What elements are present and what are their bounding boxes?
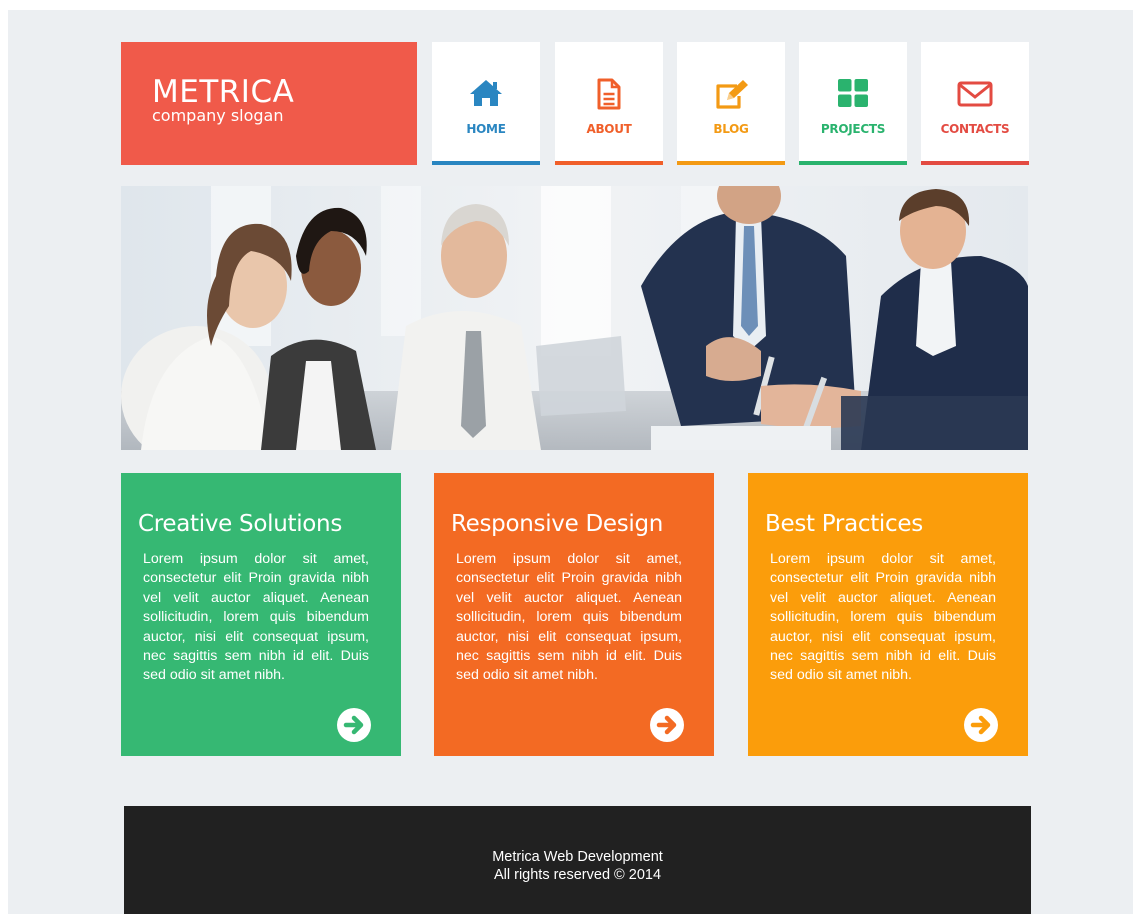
feature-text: Lorem ipsum dolor sit amet, consectetur … <box>456 551 682 684</box>
feature-box-best-practices: Best Practices Lorem ipsum dolor sit ame… <box>748 473 1028 756</box>
logo-block[interactable]: METRICA company slogan <box>121 42 417 165</box>
nav-contacts[interactable]: CONTACTS <box>921 42 1029 165</box>
nav-blog[interactable]: BLOG <box>677 42 785 165</box>
document-icon <box>555 78 663 110</box>
envelope-icon <box>921 78 1029 110</box>
nav-about-label: ABOUT <box>586 122 632 136</box>
feature-title: Responsive Design <box>451 511 664 537</box>
footer-copyright: All rights reserved © 2014 <box>493 867 662 883</box>
brand-name: METRICA <box>152 74 295 110</box>
hero-image <box>121 186 1028 450</box>
nav-home-label: HOME <box>466 122 506 136</box>
footer: Metrica Web Development All rights reser… <box>124 806 1031 914</box>
feature-box-creative: Creative Solutions Lorem ipsum dolor sit… <box>121 473 401 756</box>
nav-blog-label: BLOG <box>713 122 749 136</box>
nav-projects-underline <box>799 161 907 165</box>
grid-icon <box>799 78 907 110</box>
feature-box-responsive: Responsive Design Lorem ipsum dolor sit … <box>434 473 714 756</box>
nav-about[interactable]: ABOUT <box>555 42 663 165</box>
nav-about-underline <box>555 161 663 165</box>
nav-home[interactable]: HOME <box>432 42 540 165</box>
nav-contacts-label: CONTACTS <box>940 122 1010 136</box>
home-icon <box>432 78 540 110</box>
page-background: METRICA company slogan HOME ABOUT BLOG P… <box>8 10 1133 914</box>
nav-home-underline <box>432 161 540 165</box>
nav-projects[interactable]: PROJECTS <box>799 42 907 165</box>
brand-slogan: company slogan <box>152 106 284 125</box>
nav-blog-underline <box>677 161 785 165</box>
nav-contacts-underline <box>921 161 1029 165</box>
feature-title: Best Practices <box>765 511 923 537</box>
arrow-right-circle-icon[interactable] <box>650 708 684 742</box>
arrow-right-circle-icon[interactable] <box>964 708 998 742</box>
feature-title: Creative Solutions <box>138 511 343 537</box>
feature-text: Lorem ipsum dolor sit amet, consectetur … <box>770 551 996 684</box>
arrow-right-circle-icon[interactable] <box>337 708 371 742</box>
feature-text: Lorem ipsum dolor sit amet, consectetur … <box>143 551 369 684</box>
footer-company: Metrica Web Development <box>492 849 663 865</box>
nav-projects-label: PROJECTS <box>820 122 886 136</box>
edit-icon <box>677 78 785 110</box>
